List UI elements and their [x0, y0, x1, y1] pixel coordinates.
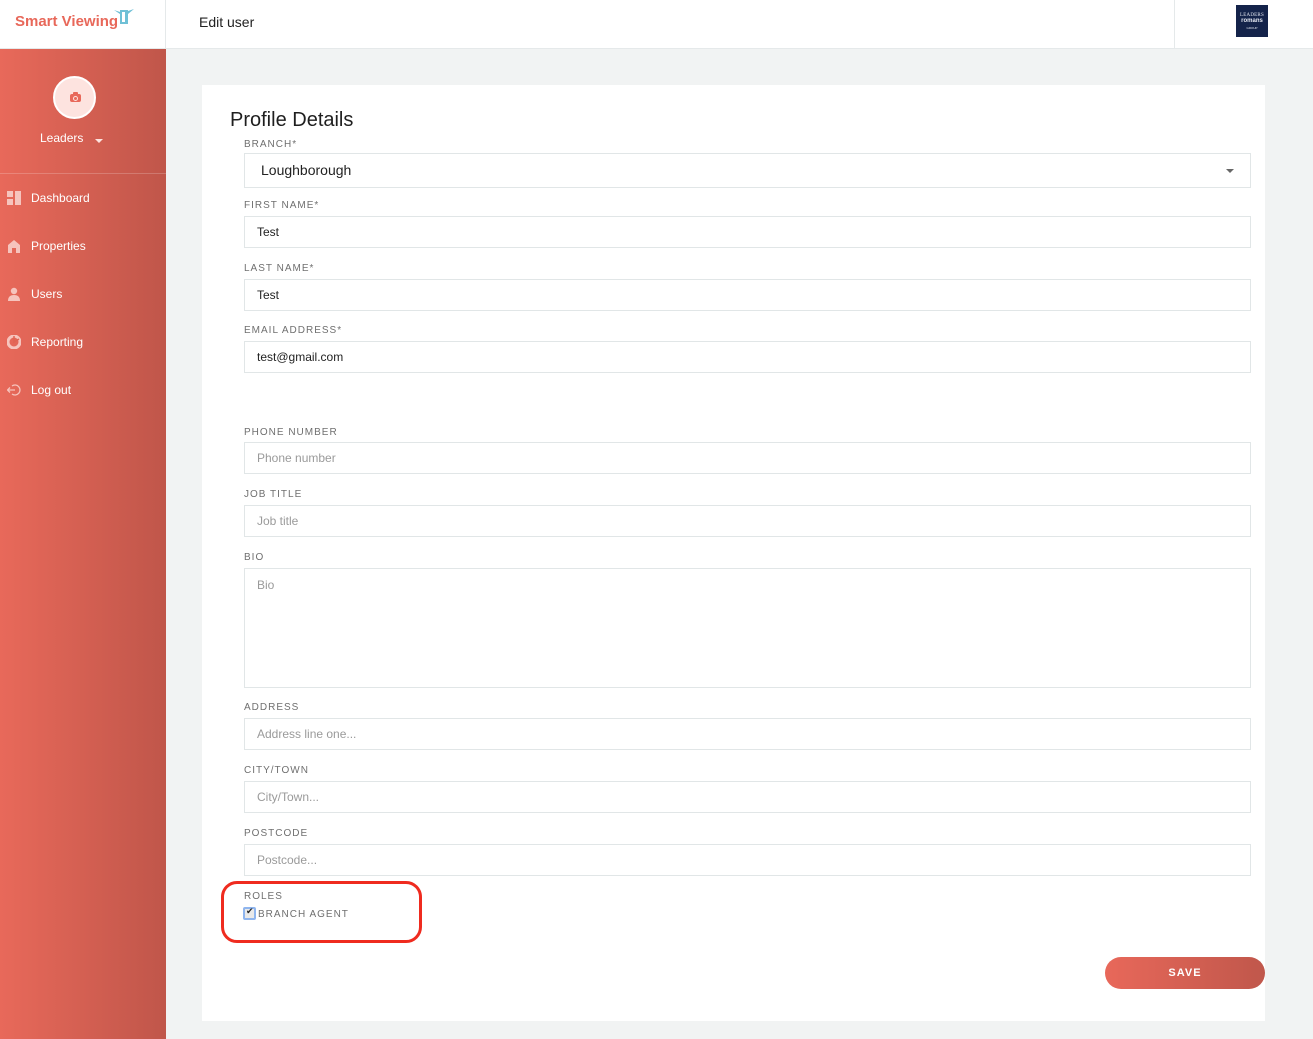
first-name-field[interactable]: Test [244, 216, 1251, 248]
brand-logo-line2: romans [1241, 18, 1263, 24]
profile-card: Profile Details BRANCH* Loughborough FIR… [202, 85, 1265, 1021]
camera-icon [70, 92, 81, 102]
dropdown-caret-icon [1226, 169, 1234, 173]
address-label: ADDRESS [244, 702, 300, 713]
email-label: EMAIL ADDRESS* [244, 325, 343, 336]
branch-select[interactable]: Loughborough [244, 153, 1251, 188]
pie-chart-icon [7, 335, 21, 349]
logo-area[interactable]: Smart Viewing [0, 0, 166, 49]
phone-field[interactable]: Phone number [244, 442, 1251, 474]
app-logo-text: Smart Viewing [15, 13, 119, 30]
sidebar-divider [0, 173, 166, 174]
last-name-label: LAST NAME* [244, 263, 315, 274]
city-field[interactable]: City/Town... [244, 781, 1251, 813]
phone-label: PHONE NUMBER [244, 427, 338, 438]
brand-logo-line3: GROUP [1246, 26, 1258, 30]
dashboard-icon [7, 191, 21, 205]
postcode-field[interactable]: Postcode... [244, 844, 1251, 876]
sidebar-item-dashboard[interactable]: Dashboard [0, 183, 166, 213]
save-button[interactable]: SAVE [1105, 957, 1265, 989]
avatar[interactable] [53, 76, 96, 119]
city-label: CITY/TOWN [244, 765, 309, 776]
user-name[interactable]: Leaders [40, 131, 83, 145]
top-bar: Smart Viewing Edit user LEADERS romans G… [0, 0, 1313, 49]
first-name-label: FIRST NAME* [244, 200, 320, 211]
user-icon [8, 287, 20, 301]
bio-textarea[interactable]: Bio [244, 568, 1251, 688]
sidebar-item-logout[interactable]: Log out [0, 375, 166, 405]
postcode-label: POSTCODE [244, 828, 309, 839]
sidebar-item-users[interactable]: Users [0, 279, 166, 309]
chevron-down-icon[interactable] [95, 139, 103, 143]
sidebar-item-reporting[interactable]: Reporting [0, 327, 166, 357]
sidebar-item-label: Log out [31, 383, 72, 397]
branch-select-value: Loughborough [261, 162, 352, 178]
sidebar-item-label: Properties [31, 239, 86, 253]
sidebar-item-label: Dashboard [31, 191, 90, 205]
home-icon [8, 240, 20, 253]
job-title-field[interactable]: Job title [244, 505, 1251, 537]
job-title-label: JOB TITLE [244, 489, 303, 500]
page-title: Edit user [199, 14, 255, 30]
email-field[interactable]: test@gmail.com [244, 341, 1251, 373]
sidebar-item-label: Reporting [31, 335, 84, 349]
sidebar: Leaders Dashboard Properties Users Repor… [0, 49, 166, 1039]
brand-area: LEADERS romans GROUP [1174, 0, 1313, 49]
branch-label: BRANCH* [244, 139, 298, 150]
last-name-field[interactable]: Test [244, 279, 1251, 311]
sidebar-item-label: Users [31, 287, 63, 301]
sidebar-item-properties[interactable]: Properties [0, 231, 166, 261]
section-title: Profile Details [230, 109, 354, 131]
brand-logo: LEADERS romans GROUP [1236, 5, 1268, 37]
logout-icon [7, 384, 21, 396]
logo-door-icon [114, 9, 134, 24]
bio-label: BIO [244, 552, 265, 563]
address-field[interactable]: Address line one... [244, 718, 1251, 750]
annotation-highlight [221, 881, 422, 943]
